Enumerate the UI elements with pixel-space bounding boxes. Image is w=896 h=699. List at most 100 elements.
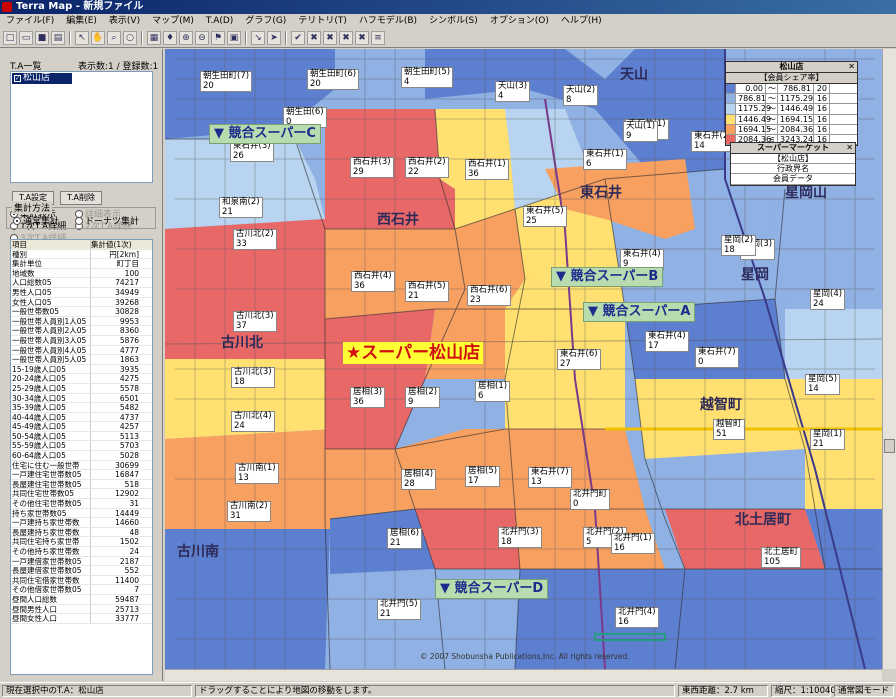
share-legend[interactable]: 松山店 ✕ 【会員シェア率】 0.00 ～ 786.81 20 786.81 ～ 1175.2… <box>725 61 858 147</box>
map-area-label[interactable]: 西石井(1) 36 <box>465 159 509 180</box>
menu-item[interactable]: ファイル(F) <box>0 14 60 29</box>
map-area-label[interactable]: 古川北(2) 33 <box>233 229 277 250</box>
cursor-icon[interactable]: ↖ <box>75 31 89 45</box>
table-row[interactable]: 共同住宅世帯数05 12902 <box>11 489 152 500</box>
close-icon[interactable]: ✕ <box>848 62 855 72</box>
map-area-label[interactable]: 北井門(4) 16 <box>615 607 659 628</box>
table-row[interactable]: 55-59歳人口05 5703 <box>11 441 152 452</box>
map-area-label[interactable]: 西石井(2) 22 <box>405 157 449 178</box>
menu-item[interactable]: マップ(M) <box>146 14 200 29</box>
table-row[interactable]: 昼間男性人口 25713 <box>11 604 152 615</box>
aggregation-radio[interactable]: 通常集計 <box>13 214 59 227</box>
map-area-label[interactable]: 東石井(7) 13 <box>528 467 572 488</box>
main-store-marker[interactable]: ★スーパー松山店 <box>343 342 484 364</box>
map-area-label[interactable]: 朝生田町(6) 20 <box>307 69 360 90</box>
table-row[interactable]: 共同住宅持ち家世帯 1502 <box>11 537 152 547</box>
menu-item[interactable]: テリトリ(T) <box>292 14 353 29</box>
map-area-label[interactable]: 越智町 51 <box>713 419 745 440</box>
map-area-label[interactable]: 居相(1) 6 <box>475 381 511 402</box>
aggregation-radio[interactable]: ドーナツ集計 <box>75 214 139 227</box>
cross2-icon[interactable]: ✖ <box>323 31 337 45</box>
menu-item[interactable]: T.A(D) <box>200 14 239 29</box>
table-row[interactable]: 45-49歳人口05 4257 <box>11 422 152 432</box>
table-row[interactable]: 60-64歳人口05 5028 <box>11 451 152 461</box>
open-icon[interactable]: ▭ <box>19 31 33 45</box>
new-icon[interactable]: □ <box>3 31 17 45</box>
radio-icon[interactable] <box>75 217 83 225</box>
table-row[interactable]: 一般世帯人員別5人05 1863 <box>11 355 152 365</box>
table-row[interactable]: 共同住宅借家世帯数 11400 <box>11 575 152 586</box>
map-area-label[interactable]: 星岡(1) 21 <box>810 429 846 450</box>
layers-icon[interactable]: ≡ <box>371 31 385 45</box>
cross-icon[interactable]: ✖ <box>307 31 321 45</box>
map-area-label[interactable]: 古川北(4) 24 <box>231 411 275 432</box>
table-row[interactable]: 一般世帯人員別1人05 9953 <box>11 316 152 327</box>
table-row[interactable]: その他借家世帯数05 7 <box>11 585 152 595</box>
table-header-cell[interactable]: 項目 <box>11 240 91 249</box>
stats-table[interactable]: 項目 集計値(1次) 種別 円[2km] 集計単位 町丁目 地域数 100 人口総数05 7421… <box>10 239 153 675</box>
menu-item[interactable]: 表示(V) <box>103 14 146 29</box>
map-area-label[interactable]: 東石井(5) 25 <box>523 206 567 227</box>
save-icon[interactable]: ■ <box>35 31 49 45</box>
table-row[interactable]: 40-44歳人口05 4737 <box>11 412 152 423</box>
table-row[interactable]: 35-39歳人口05 5482 <box>11 403 152 413</box>
scroll-thumb[interactable] <box>884 439 895 453</box>
map-area-label[interactable]: 居相(5) 17 <box>465 466 501 487</box>
table-row[interactable]: 住宅に住む一般世帯 30699 <box>11 460 152 471</box>
menu-item[interactable]: ハフモデル(B) <box>353 14 423 29</box>
table-row[interactable]: 25-29歳人口05 5578 <box>11 383 152 394</box>
route-icon[interactable]: ↘ <box>251 31 265 45</box>
table-row[interactable]: 地域数 100 <box>11 268 152 279</box>
map-area-label[interactable]: 天山(2) 8 <box>563 85 599 106</box>
flag-icon[interactable]: ⚑ <box>211 31 225 45</box>
map-area-label[interactable]: 東石井(3) 26 <box>230 141 274 162</box>
hand-icon[interactable]: ✋ <box>91 31 105 45</box>
pin-icon[interactable]: ♦ <box>163 31 177 45</box>
grid-icon[interactable]: ▦ <box>147 31 161 45</box>
table-row[interactable]: 一戸建住宅世帯数05 16847 <box>11 470 152 480</box>
map-area-label[interactable]: 西石井(5) 21 <box>405 281 449 302</box>
map-area-label[interactable]: 居相(4) 28 <box>401 469 437 490</box>
table-header-cell[interactable]: 集計値(1次) <box>91 240 141 248</box>
table-row[interactable]: 長屋建住宅世帯数05 518 <box>11 479 152 490</box>
table-row[interactable]: その他住宅世帯数05 31 <box>11 499 152 509</box>
table-row[interactable]: 集計単位 町丁目 <box>11 259 152 269</box>
table-row[interactable]: 15-19歳人口05 3935 <box>11 364 152 375</box>
map-area-label[interactable]: 古川北(3) 37 <box>233 311 277 332</box>
table-row[interactable]: 長屋建借家世帯数05 552 <box>11 566 152 576</box>
map-view[interactable]: 朝生田町(7) 20 朝生田町(6) 20 朝生田町(5) 4 天山(3) 4 天山(2) 8 朝生… <box>165 49 882 669</box>
map-area-label[interactable]: 北井門(1) 16 <box>611 533 655 554</box>
store-legend[interactable]: スーパーマーケット ✕ 【松山店】 行政界名 会員データ <box>730 142 856 186</box>
map-area-label[interactable]: 星岡(5) 14 <box>805 374 841 395</box>
map-area-label[interactable]: 東石井(4) 17 <box>645 331 689 352</box>
table-row[interactable]: 昼間人口総数 59487 <box>11 594 152 605</box>
ta-list-item[interactable]: ✓ 松山店 <box>12 73 72 84</box>
table-row[interactable]: 30-34歳人口05 6501 <box>11 393 152 404</box>
arrow-icon[interactable]: ➤ <box>267 31 281 45</box>
map-area-label[interactable]: 古川南(2) 31 <box>227 501 271 522</box>
ta-delete-button[interactable]: T.A削除 <box>60 191 102 205</box>
ta-list[interactable]: ✓ 松山店 <box>10 71 153 183</box>
close-icon[interactable]: ✕ <box>846 143 853 153</box>
store-legend-row[interactable]: 行政界名 <box>731 164 855 175</box>
table-row[interactable]: 50-54歳人口05 5113 <box>11 431 152 442</box>
map-area-label[interactable]: 北井門(3) 18 <box>498 527 542 548</box>
table-row[interactable]: 種別 円[2km] <box>11 249 152 260</box>
table-row[interactable]: その他持ち家世帯数 24 <box>11 547 152 557</box>
menu-item[interactable]: シンボル(S) <box>423 14 484 29</box>
map-area-label[interactable]: 朝生田町(7) 20 <box>200 71 253 92</box>
table-row[interactable]: 人口総数05 74217 <box>11 278 152 288</box>
map-area-label[interactable]: 西石井(3) 29 <box>350 157 394 178</box>
map-area-label[interactable]: 和泉南(2) 21 <box>219 197 263 218</box>
map-area-label[interactable]: 古川北(3) 18 <box>231 367 275 388</box>
map-area-label[interactable]: 天山(3) 4 <box>495 81 531 102</box>
vertical-scrollbar[interactable] <box>882 49 896 669</box>
store-legend-row[interactable]: 会員データ <box>731 174 855 185</box>
map-area-label[interactable]: 東石井(6) 27 <box>557 349 601 370</box>
cross4-icon[interactable]: ✖ <box>355 31 369 45</box>
table-row[interactable]: 長屋建持ち家世帯数 48 <box>11 527 152 538</box>
menu-item[interactable]: 編集(E) <box>60 14 103 29</box>
table-row[interactable]: 20-24歳人口05 4275 <box>11 374 152 384</box>
menu-item[interactable]: オプション(O) <box>484 14 555 29</box>
table-row[interactable]: 一般世帯人員別2人05 8360 <box>11 326 152 336</box>
